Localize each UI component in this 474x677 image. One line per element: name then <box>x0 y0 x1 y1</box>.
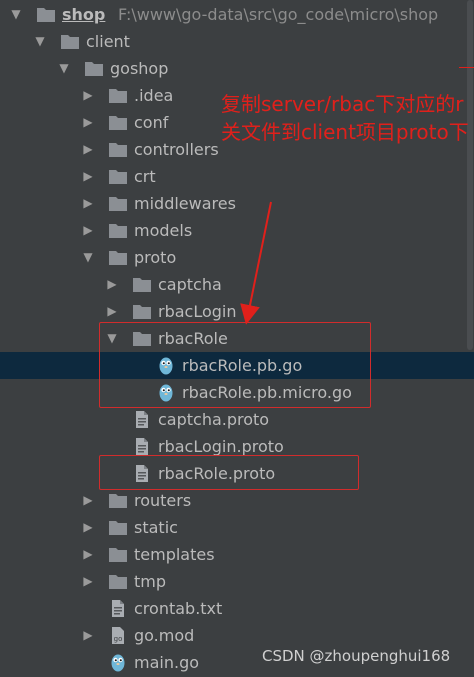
folder-icon <box>84 59 104 78</box>
tree-item-label: .idea <box>134 86 174 105</box>
tree-item-label: rbacRole.pb.go <box>182 356 303 375</box>
tree-item-static[interactable]: ▶ static <box>0 514 474 541</box>
chevron-right-icon[interactable]: ▶ <box>80 217 96 244</box>
tree-item-label: tmp <box>134 572 167 591</box>
chevron-right-icon[interactable]: ▶ <box>80 568 96 595</box>
tree-item-label: rbacRole.pb.micro.go <box>182 383 352 402</box>
annotation-edge-mark <box>459 67 474 68</box>
chevron-right-icon[interactable]: ▶ <box>104 298 120 325</box>
folder-icon <box>132 275 152 294</box>
chevron-right-icon[interactable]: ▶ <box>80 109 96 136</box>
tree-item-label: go.mod <box>134 626 195 645</box>
tree-item-crt[interactable]: ▶ crt <box>0 163 474 190</box>
file-icon <box>132 437 152 456</box>
folder-icon <box>108 167 128 186</box>
chevron-down-icon[interactable]: ▼ <box>8 1 24 28</box>
chevron-right-icon[interactable]: ▶ <box>80 514 96 541</box>
go-file-icon <box>156 383 176 402</box>
folder-icon <box>108 86 128 105</box>
tree-item-tmp[interactable]: ▶ tmp <box>0 568 474 595</box>
tree-item-captcha[interactable]: ▶ captcha <box>0 271 474 298</box>
chevron-right-icon[interactable]: ▶ <box>80 163 96 190</box>
tree-item-label: rbacRole.proto <box>158 464 276 483</box>
project-tree: ▼ shop F:\www\go-data\src\go_code\micro\sh… <box>0 0 474 677</box>
chevron-down-icon[interactable]: ▼ <box>104 325 120 352</box>
chevron-right-icon[interactable]: ▶ <box>80 82 96 109</box>
folder-icon <box>108 518 128 537</box>
tree-item-gomod[interactable]: ▶ go go.mod <box>0 622 474 649</box>
folder-icon <box>60 32 80 51</box>
tree-item-models[interactable]: ▶ models <box>0 217 474 244</box>
tree-item-label: controllers <box>134 140 219 159</box>
tree-item-label: static <box>134 518 178 537</box>
folder-icon <box>108 113 128 132</box>
chevron-right-icon[interactable]: ▶ <box>80 487 96 514</box>
tree-item-routers[interactable]: ▶ routers <box>0 487 474 514</box>
tree-item-goshop[interactable]: ▼ goshop <box>0 55 474 82</box>
tree-item-label: rbacLogin <box>158 302 237 321</box>
tree-item-label: crontab.txt <box>134 599 223 618</box>
chevron-right-icon[interactable]: ▶ <box>104 271 120 298</box>
folder-icon <box>108 572 128 591</box>
go-file-icon <box>108 653 128 672</box>
tree-item-captcha_proto[interactable]: captcha.proto <box>0 406 474 433</box>
tree-item-label: conf <box>134 113 169 132</box>
tree-item-label: goshop <box>110 59 169 78</box>
tree-item-label: templates <box>134 545 215 564</box>
folder-icon <box>108 491 128 510</box>
tree-item-rbacRole_proto[interactable]: rbacRole.proto <box>0 460 474 487</box>
folder-icon <box>108 194 128 213</box>
folder-icon <box>36 5 56 24</box>
tree-item-label: main.go <box>134 653 200 672</box>
tree-item-label: crt <box>134 167 156 186</box>
tree-item-rbacLogin[interactable]: ▶ rbacLogin <box>0 298 474 325</box>
go-file-icon <box>156 356 176 375</box>
tree-item-label: captcha <box>158 275 222 294</box>
tree-item-label: models <box>134 221 193 240</box>
chevron-right-icon[interactable]: ▶ <box>80 541 96 568</box>
folder-icon <box>108 140 128 159</box>
tree-item-label: rbacLogin.proto <box>158 437 284 456</box>
annotation-text: 复制server/rbac下对应的r <box>221 92 464 116</box>
folder-icon <box>108 221 128 240</box>
tree-item-label: captcha.proto <box>158 410 270 429</box>
svg-text:go: go <box>114 635 123 643</box>
tree-item-rbacRole[interactable]: ▼ rbacRole <box>0 325 474 352</box>
tree-item-middlewares[interactable]: ▶ middlewares <box>0 190 474 217</box>
tree-item-templates[interactable]: ▶ templates <box>0 541 474 568</box>
tree-item-label: client <box>86 32 130 51</box>
tree-item-label: middlewares <box>134 194 236 213</box>
chevron-down-icon[interactable]: ▼ <box>32 28 48 55</box>
root-label: shop <box>62 5 106 24</box>
tree-item-label: rbacRole <box>158 329 228 348</box>
go-mod-icon: go <box>108 626 128 645</box>
chevron-down-icon[interactable]: ▼ <box>80 244 96 271</box>
folder-icon <box>132 329 152 348</box>
tree-item-client[interactable]: ▼ client <box>0 28 474 55</box>
tree-item-rbacLogin_proto[interactable]: rbacLogin.proto <box>0 433 474 460</box>
tree-item-crontab[interactable]: crontab.txt <box>0 595 474 622</box>
tree-item-label: proto <box>134 248 177 267</box>
folder-icon <box>108 248 128 267</box>
tree-item-proto[interactable]: ▼ proto <box>0 244 474 271</box>
file-icon <box>132 464 152 483</box>
watermark: CSDN @zhoupenghui168 <box>262 647 451 665</box>
chevron-right-icon[interactable]: ▶ <box>80 622 96 649</box>
chevron-right-icon[interactable]: ▶ <box>80 136 96 163</box>
annotation-text: 关文件到client项目proto下 <box>221 120 469 144</box>
tree-item-rbacRole_pb_go[interactable]: rbacRole.pb.go <box>0 352 474 379</box>
tree-item-rbacRole_pb_micro_go[interactable]: rbacRole.pb.micro.go <box>0 379 474 406</box>
chevron-down-icon[interactable]: ▼ <box>56 55 72 82</box>
file-icon <box>108 599 128 618</box>
tree-item-label: routers <box>134 491 192 510</box>
file-icon <box>132 410 152 429</box>
folder-icon <box>108 545 128 564</box>
root-path: F:\www\go-data\src\go_code\micro\shop <box>118 5 439 24</box>
chevron-right-icon[interactable]: ▶ <box>80 190 96 217</box>
folder-icon <box>132 302 152 321</box>
tree-item-shop[interactable]: ▼ shop F:\www\go-data\src\go_code\micro\sh… <box>0 1 474 28</box>
